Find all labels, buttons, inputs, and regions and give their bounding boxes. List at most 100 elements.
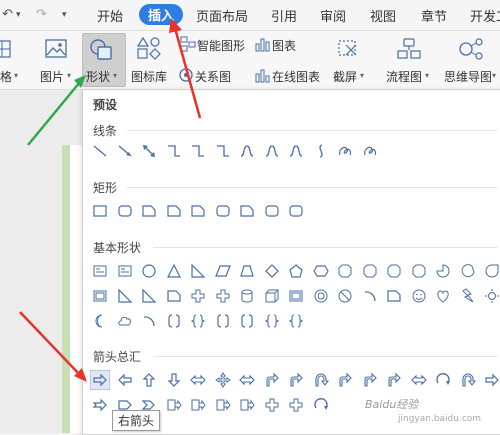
shape-option-octnum[interactable] [410,262,428,280]
mindmap-icon[interactable] [457,37,485,61]
table-caret-icon[interactable]: ▾ [14,71,18,80]
shape-option-brace[interactable] [287,312,305,330]
screenshot-label[interactable]: 截屏 [333,68,357,85]
shape-option-cyl[interactable] [238,287,256,305]
shape-option-snip[interactable] [238,202,256,220]
shape-option-bolt[interactable] [459,287,477,305]
shape-option-teardrop[interactable] [483,262,500,280]
chart-label[interactable]: 图表 [272,37,296,54]
shape-option-plus[interactable] [287,396,305,414]
shape-option-darrowb[interactable] [165,371,183,389]
shape-option-lrarrow[interactable] [189,371,207,389]
shape-option-lrarrow[interactable] [238,371,256,389]
shape-option-arc[interactable] [361,287,379,305]
shape-option-darrow[interactable] [140,142,158,160]
shape-option-tri[interactable] [165,262,183,280]
shape-option-uturn[interactable] [312,371,330,389]
undo-icon[interactable]: ↶ [2,7,13,22]
shape-option-bracket[interactable] [238,312,256,330]
mindmap-caret-icon[interactable]: ▾ [492,71,496,80]
screenshot-caret-icon[interactable]: ▾ [360,71,364,80]
shape-option-octnum[interactable] [336,262,354,280]
shape-option-rrect[interactable] [263,202,281,220]
shape-option-lrarrow[interactable] [410,371,428,389]
shape-option-larrow[interactable] [116,371,134,389]
shape-option-diamond[interactable] [263,262,281,280]
shape-option-bent[interactable] [263,371,281,389]
picture-caret-icon[interactable]: ▾ [67,71,71,80]
shapes-icon[interactable] [88,37,116,63]
shape-option-line[interactable] [91,142,109,160]
shape-option-elbow[interactable] [214,142,232,160]
shape-option-circle[interactable] [140,262,158,280]
menu-chapter[interactable]: 章节 [421,6,447,25]
shape-option-arc[interactable] [140,312,158,330]
menu-start[interactable]: 开始 [97,6,123,25]
screenshot-icon[interactable] [336,38,360,60]
quick-access-dropdown-icon[interactable]: ▾ [62,10,67,20]
shape-option-plus[interactable] [263,396,281,414]
shape-option-snip[interactable] [140,202,158,220]
icon-library-label[interactable]: 图标库 [131,68,167,85]
shape-option-smile[interactable] [410,287,428,305]
shape-option-bracket[interactable] [214,312,232,330]
redo-icon[interactable]: ↷ [36,7,47,22]
shape-option-trap[interactable] [238,262,256,280]
shape-option-bent[interactable] [287,371,305,389]
shape-option-para[interactable] [214,262,232,280]
shapes-caret-icon[interactable]: ▾ [113,71,117,80]
shape-option-textbox[interactable] [91,262,109,280]
shape-option-snip[interactable] [189,202,207,220]
shape-option-octnum[interactable] [361,262,379,280]
flowchart-caret-icon[interactable]: ▾ [425,71,429,80]
shape-option-cloud[interactable] [116,312,134,330]
relation-label[interactable]: 关系图 [195,68,231,85]
menu-developer[interactable]: 开发工 [470,6,500,25]
shape-option-bent[interactable] [336,371,354,389]
shape-option-rtri[interactable] [116,287,134,305]
shape-option-pent[interactable] [287,262,305,280]
shape-option-callout[interactable] [189,396,207,414]
shape-option-arrowline[interactable] [116,142,134,160]
shape-option-rrect[interactable] [287,202,305,220]
shape-option-callout[interactable] [214,396,232,414]
shape-option-cube[interactable] [263,287,281,305]
shape-option-rarrow[interactable] [483,371,500,389]
shape-option-octnum[interactable] [385,262,403,280]
shape-option-rect[interactable] [91,202,109,220]
shape-option-circarrow[interactable] [434,371,452,389]
shape-option-callout[interactable] [165,396,183,414]
icon-library-icon[interactable] [136,36,162,60]
shape-option-bent[interactable] [361,371,379,389]
chart-icon[interactable] [254,36,270,52]
shape-option-rrect[interactable] [116,202,134,220]
shape-option-chord[interactable] [459,262,477,280]
shape-option-callout[interactable] [238,396,256,414]
flowchart-label[interactable]: 流程图 [386,68,422,85]
shape-option-snip[interactable] [165,202,183,220]
shape-option-snip[interactable] [165,287,183,305]
shape-option-pie[interactable] [434,262,452,280]
shape-option-frame[interactable] [287,287,305,305]
shape-option-frame[interactable] [91,287,109,305]
menu-insert[interactable]: 插入 [139,4,184,25]
shape-option-curve[interactable] [263,142,281,160]
flowchart-icon[interactable] [396,37,422,61]
shape-option-rrect[interactable] [214,202,232,220]
table-icon[interactable] [0,39,12,59]
online-chart-icon[interactable] [254,67,270,83]
shape-option-curve[interactable] [238,142,256,160]
smart-art-label[interactable]: 智能图形 [197,37,245,54]
shape-option-nosym[interactable] [336,287,354,305]
relation-icon[interactable] [178,67,194,83]
shape-option-plus[interactable] [189,287,207,305]
shape-option-uarrow[interactable] [140,371,158,389]
shape-option-brace[interactable] [263,312,281,330]
shape-option-rtri[interactable] [140,287,158,305]
menu-references[interactable]: 引用 [271,6,297,25]
shape-option-elbow[interactable] [189,142,207,160]
menu-page-layout[interactable]: 页面布局 [196,6,248,25]
undo-dropdown-icon[interactable]: ▾ [16,10,21,20]
shape-option-hex[interactable] [312,262,330,280]
menu-view[interactable]: 视图 [370,6,396,25]
